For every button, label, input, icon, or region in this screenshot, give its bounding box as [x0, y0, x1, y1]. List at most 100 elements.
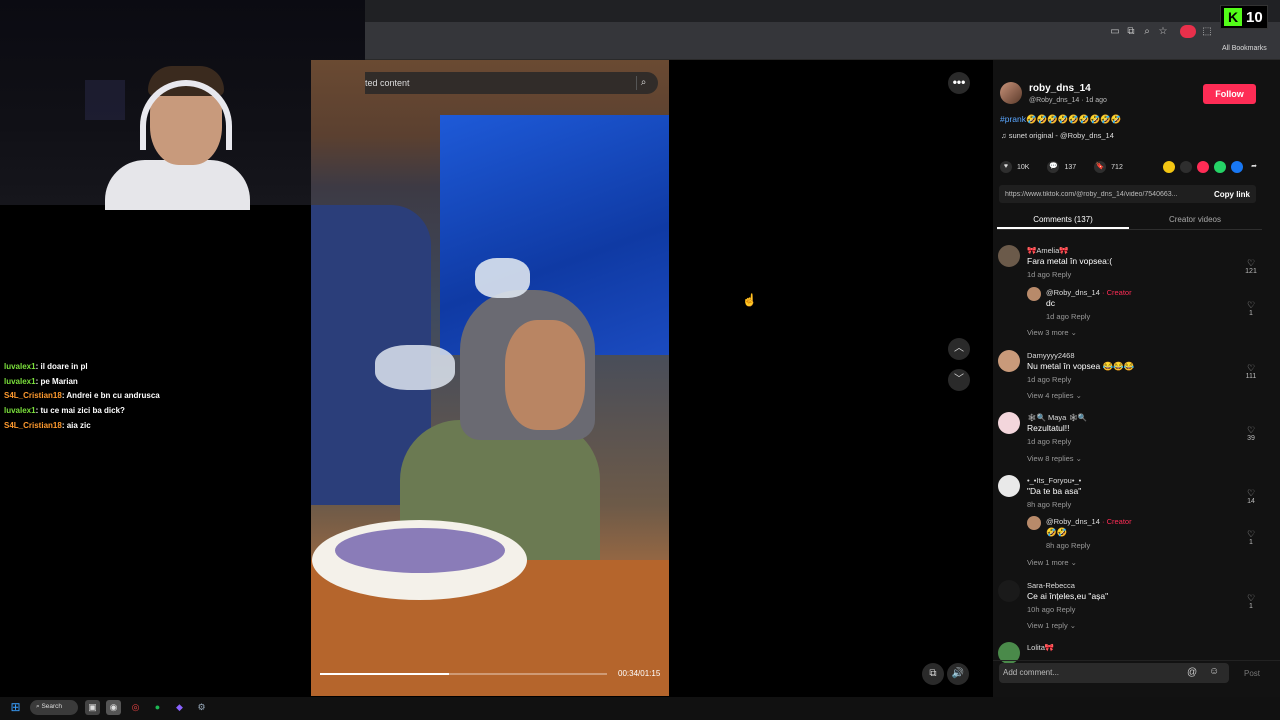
comment-username[interactable]: @Roby_dns_14 · Creator [1046, 288, 1132, 297]
bookmark-star-icon[interactable]: ☆ [1156, 25, 1170, 39]
taskbar-search[interactable]: ⌕ Search [30, 700, 78, 715]
settings-gear-icon[interactable]: ⚙ [194, 700, 209, 715]
comment-username-text[interactable]: 🕸🔍 Maya 🕸🔍 [1027, 413, 1087, 422]
search-icon[interactable]: ⌕ [636, 76, 650, 90]
translate-icon[interactable]: ⧉ [1124, 25, 1138, 39]
music-link[interactable]: ♫ sunet original - @Roby_dns_14 [1001, 131, 1114, 140]
comment-username[interactable]: Damyyyy2468 [1027, 351, 1075, 360]
mention-icon[interactable]: @ [1187, 667, 1197, 678]
comment-username-text[interactable]: 🎀Amelia🎀 [1027, 246, 1069, 255]
share-arrow-icon[interactable]: ➦ [1248, 161, 1260, 173]
search-bar[interactable]: ted content ⌕ [365, 72, 658, 94]
embed-icon[interactable] [1180, 161, 1192, 173]
comment-like[interactable]: ♡ 111 [1244, 363, 1258, 380]
comment-username[interactable]: •_•Its_Foryou•_• [1027, 476, 1081, 485]
heart-outline-icon[interactable]: ♡ [1244, 593, 1258, 603]
commenter-avatar[interactable] [998, 580, 1020, 602]
comment-username-text[interactable]: @Roby_dns_14 [1046, 517, 1100, 526]
repost-icon[interactable] [1163, 161, 1175, 173]
send-icon[interactable] [1197, 161, 1209, 173]
task-view-icon[interactable]: ▣ [85, 700, 100, 715]
all-bookmarks-link[interactable]: All Bookmarks [1222, 45, 1267, 52]
comment-username-text[interactable]: •_•Its_Foryou•_• [1027, 476, 1081, 485]
comment-like[interactable]: ♡ 1 [1244, 300, 1258, 317]
comment-like[interactable]: ♡ 39 [1244, 425, 1258, 442]
emoji-icon[interactable]: ☺ [1209, 666, 1219, 677]
whatsapp-icon[interactable] [1214, 161, 1226, 173]
post-button[interactable]: Post [1244, 669, 1260, 678]
view-more-replies-button[interactable]: View 4 replies ⌄ [1027, 391, 1082, 400]
commenter-avatar[interactable] [998, 412, 1020, 434]
heart-outline-icon[interactable]: ♡ [1244, 488, 1258, 498]
comment-username-text[interactable]: @Roby_dns_14 [1046, 288, 1100, 297]
comment-like[interactable]: ♡ 14 [1244, 488, 1258, 505]
video-progress-fill[interactable] [320, 673, 449, 675]
comment-meta-reply[interactable]: 1d ago Reply [1046, 312, 1090, 321]
comment-username[interactable]: 🕸🔍 Maya 🕸🔍 [1027, 413, 1087, 422]
chat-username[interactable]: luvalex1 [4, 362, 36, 371]
comment-like[interactable]: ♡ 1 [1244, 529, 1258, 546]
comment-username[interactable]: 🎀Amelia🎀 [1027, 246, 1069, 255]
chrome-icon[interactable]: ◉ [106, 700, 121, 715]
copy-link-button[interactable]: Copy link [1214, 190, 1250, 199]
discord-icon[interactable]: ◆ [172, 700, 187, 715]
cast-icon[interactable]: ▭ [1108, 25, 1122, 39]
comment-meta-reply[interactable]: 8h ago Reply [1027, 500, 1071, 509]
comment-like-count: 1 [1249, 539, 1253, 546]
commenter-avatar[interactable] [998, 475, 1020, 497]
chat-username[interactable]: luvalex1 [4, 377, 36, 386]
comment-meta-reply[interactable]: 1d ago Reply [1027, 270, 1071, 279]
heart-outline-icon[interactable]: ♡ [1244, 258, 1258, 268]
hashtag-link[interactable]: #prank [1000, 114, 1026, 124]
commenter-avatar[interactable] [998, 245, 1020, 267]
commenter-avatar[interactable] [998, 350, 1020, 372]
comment-meta-reply[interactable]: 1d ago Reply [1027, 437, 1071, 446]
pip-icon[interactable]: ⧉ [922, 663, 944, 685]
search-input[interactable]: ted content [365, 78, 410, 88]
comment-like[interactable]: ♡ 121 [1244, 258, 1258, 275]
commenter-avatar[interactable] [1027, 287, 1041, 301]
chat-username[interactable]: S4L_Cristian18 [4, 391, 62, 400]
recording-indicator[interactable] [1180, 25, 1196, 38]
heart-icon[interactable]: ♥ [1000, 161, 1012, 173]
view-more-replies-button[interactable]: View 3 more ⌄ [1027, 328, 1077, 337]
comment-meta-reply[interactable]: 10h ago Reply [1027, 605, 1075, 614]
chat-username[interactable]: S4L_Cristian18 [4, 421, 62, 430]
follow-button[interactable]: Follow [1203, 84, 1256, 104]
comment-meta-reply[interactable]: 1d ago Reply [1027, 375, 1071, 384]
more-options-button[interactable]: ••• [948, 72, 970, 94]
heart-outline-icon[interactable]: ♡ [1244, 425, 1258, 435]
comment-username-text[interactable]: Sara-Rebecca [1027, 581, 1075, 590]
heart-outline-icon[interactable]: ♡ [1244, 529, 1258, 539]
next-video-button[interactable]: ﹀ [948, 369, 970, 391]
heart-outline-icon[interactable]: ♡ [1244, 363, 1258, 373]
comment-icon[interactable]: 💬 [1047, 161, 1060, 173]
comment-meta-reply[interactable]: 8h ago Reply [1046, 541, 1090, 550]
app-icon[interactable]: ◎ [128, 700, 143, 715]
spotify-icon[interactable]: ● [150, 700, 165, 715]
comment-username[interactable]: Lolita🎀 [1027, 643, 1054, 652]
extensions-icon[interactable]: ⬚ [1200, 25, 1214, 39]
stats-row: ♥ 10K 💬 137 🔖 712 ➦ [1000, 160, 1260, 174]
comment-username-text[interactable]: Lolita🎀 [1027, 643, 1054, 652]
view-more-replies-button[interactable]: View 1 more ⌄ [1027, 558, 1077, 567]
comment-like[interactable]: ♡ 1 [1244, 593, 1258, 610]
chat-username[interactable]: luvalex1 [4, 406, 36, 415]
author-name[interactable]: roby_dns_14 [1029, 83, 1091, 94]
tab-creator-videos[interactable]: Creator videos [1129, 212, 1261, 229]
view-more-replies-button[interactable]: View 8 replies ⌄ [1027, 454, 1082, 463]
comment-username-text[interactable]: Damyyyy2468 [1027, 351, 1075, 360]
zoom-icon[interactable]: ⌕ [1140, 25, 1154, 39]
author-avatar[interactable] [1000, 82, 1022, 104]
facebook-icon[interactable] [1231, 161, 1243, 173]
tab-comments[interactable]: Comments (137) [997, 212, 1129, 229]
view-more-replies-button[interactable]: View 1 reply ⌄ [1027, 621, 1076, 630]
comment-username[interactable]: Sara-Rebecca [1027, 581, 1075, 590]
heart-outline-icon[interactable]: ♡ [1244, 300, 1258, 310]
previous-video-button[interactable]: ︿ [948, 338, 970, 360]
volume-icon[interactable]: 🔊 [947, 663, 969, 685]
bookmark-icon[interactable]: 🔖 [1094, 161, 1107, 173]
comment-username[interactable]: @Roby_dns_14 · Creator [1046, 517, 1132, 526]
commenter-avatar[interactable] [1027, 516, 1041, 530]
windows-start-icon[interactable]: ⊞ [8, 700, 23, 715]
